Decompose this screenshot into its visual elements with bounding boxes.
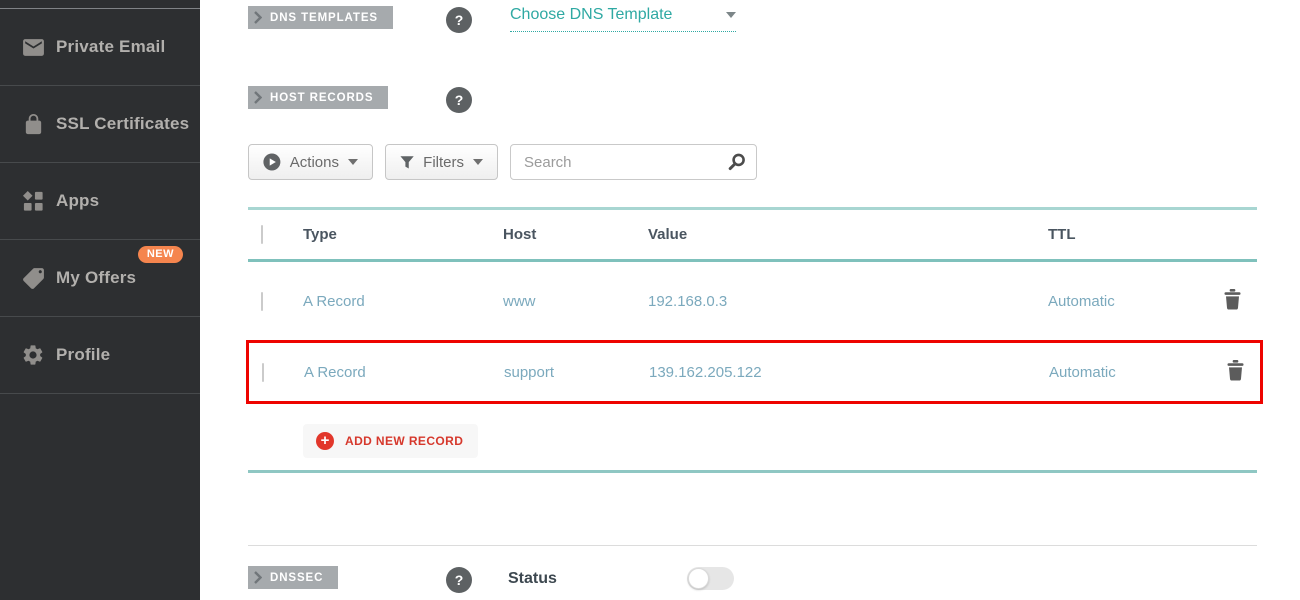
add-new-record-label: ADD NEW RECORD [345, 434, 463, 448]
sidebar-item-label: SSL Certificates [56, 114, 189, 134]
advanced-dns-panel: DNS TEMPLATES ? Choose DNS Template HOST… [248, 0, 1257, 600]
delete-record-button[interactable] [1222, 287, 1243, 315]
sidebar-item-private-email[interactable]: Private Email [0, 9, 200, 86]
actions-button[interactable]: Actions [248, 144, 373, 180]
sidebar-item-my-offers[interactable]: My Offers NEW [0, 240, 200, 317]
filters-button[interactable]: Filters [385, 144, 498, 180]
select-all-checkbox[interactable] [261, 225, 263, 244]
sidebar-item-label: Profile [56, 345, 110, 365]
lock-icon [20, 113, 46, 136]
column-header-type: Type [303, 226, 503, 243]
play-icon [263, 153, 281, 171]
plus-icon: + [316, 432, 334, 450]
dnssec-status-label: Status [508, 570, 557, 588]
dnssec-status-toggle[interactable] [687, 567, 734, 590]
column-header-host: Host [503, 226, 648, 243]
apps-icon [20, 190, 46, 213]
table-header-row: Type Host Value TTL [248, 207, 1257, 262]
record-type[interactable]: A Record [304, 364, 504, 381]
section-divider [248, 470, 1257, 473]
chevron-down-icon [473, 159, 483, 165]
search-icon[interactable] [728, 153, 746, 171]
sidebar-top-divider [0, 0, 200, 9]
trash-icon [1227, 360, 1244, 381]
sidebar-item-label: Apps [56, 191, 99, 211]
search-field [510, 144, 757, 180]
column-header-ttl: TTL [1048, 226, 1207, 243]
host-records-section-tag: HOST RECORDS [248, 86, 388, 109]
host-records-table: Type Host Value TTL A Record www 192.168… [248, 207, 1257, 404]
gear-icon [20, 343, 46, 367]
column-header-value: Value [648, 226, 1048, 243]
record-value[interactable]: 139.162.205.122 [649, 364, 1049, 381]
help-icon[interactable]: ? [446, 87, 472, 113]
sidebar-item-ssl-certificates[interactable]: SSL Certificates [0, 86, 200, 163]
section-divider [248, 545, 1257, 546]
row-checkbox[interactable] [261, 292, 263, 311]
dnssec-section-tag: DNSSEC [248, 566, 338, 589]
sidebar-item-label: My Offers [56, 268, 136, 288]
sidebar: Private Email SSL Certificates Apps My O… [0, 0, 200, 600]
sidebar-item-apps[interactable]: Apps [0, 163, 200, 240]
dns-templates-section: DNS TEMPLATES ? Choose DNS Template [248, 6, 1257, 38]
trash-icon [1224, 289, 1241, 310]
dns-template-dropdown-label: Choose DNS Template [510, 6, 672, 24]
chevron-right-icon [254, 571, 262, 584]
envelope-icon [20, 35, 46, 60]
dns-template-dropdown[interactable]: Choose DNS Template [510, 6, 736, 32]
record-type[interactable]: A Record [303, 293, 503, 310]
funnel-icon [400, 155, 414, 170]
row-checkbox[interactable] [262, 363, 264, 382]
chevron-right-icon [254, 91, 262, 104]
host-records-section: HOST RECORDS ? [248, 86, 1257, 118]
dnssec-section: DNSSEC ? Status [248, 566, 1257, 598]
toggle-knob [688, 568, 709, 589]
record-ttl[interactable]: Automatic [1049, 364, 1210, 381]
new-badge: NEW [138, 246, 183, 263]
help-icon[interactable]: ? [446, 7, 472, 33]
chevron-down-icon [348, 159, 358, 165]
chevron-down-icon [726, 12, 736, 18]
record-value[interactable]: 192.168.0.3 [648, 293, 1048, 310]
table-row: A Record www 192.168.0.3 Automatic [248, 262, 1257, 340]
chevron-right-icon [254, 11, 262, 24]
search-input[interactable] [510, 144, 757, 180]
help-icon[interactable]: ? [446, 567, 472, 593]
record-host[interactable]: www [503, 293, 648, 310]
delete-record-button[interactable] [1225, 358, 1246, 386]
sidebar-item-label: Private Email [56, 37, 165, 57]
dns-templates-section-tag: DNS TEMPLATES [248, 6, 393, 29]
host-records-toolbar: Actions Filters [248, 144, 1257, 180]
record-ttl[interactable]: Automatic [1048, 293, 1207, 310]
add-new-record-button[interactable]: + ADD NEW RECORD [303, 424, 478, 458]
tag-icon [20, 266, 46, 291]
record-host[interactable]: support [504, 364, 649, 381]
table-row-highlighted: A Record support 139.162.205.122 Automat… [246, 340, 1263, 404]
sidebar-item-profile[interactable]: Profile [0, 317, 200, 394]
